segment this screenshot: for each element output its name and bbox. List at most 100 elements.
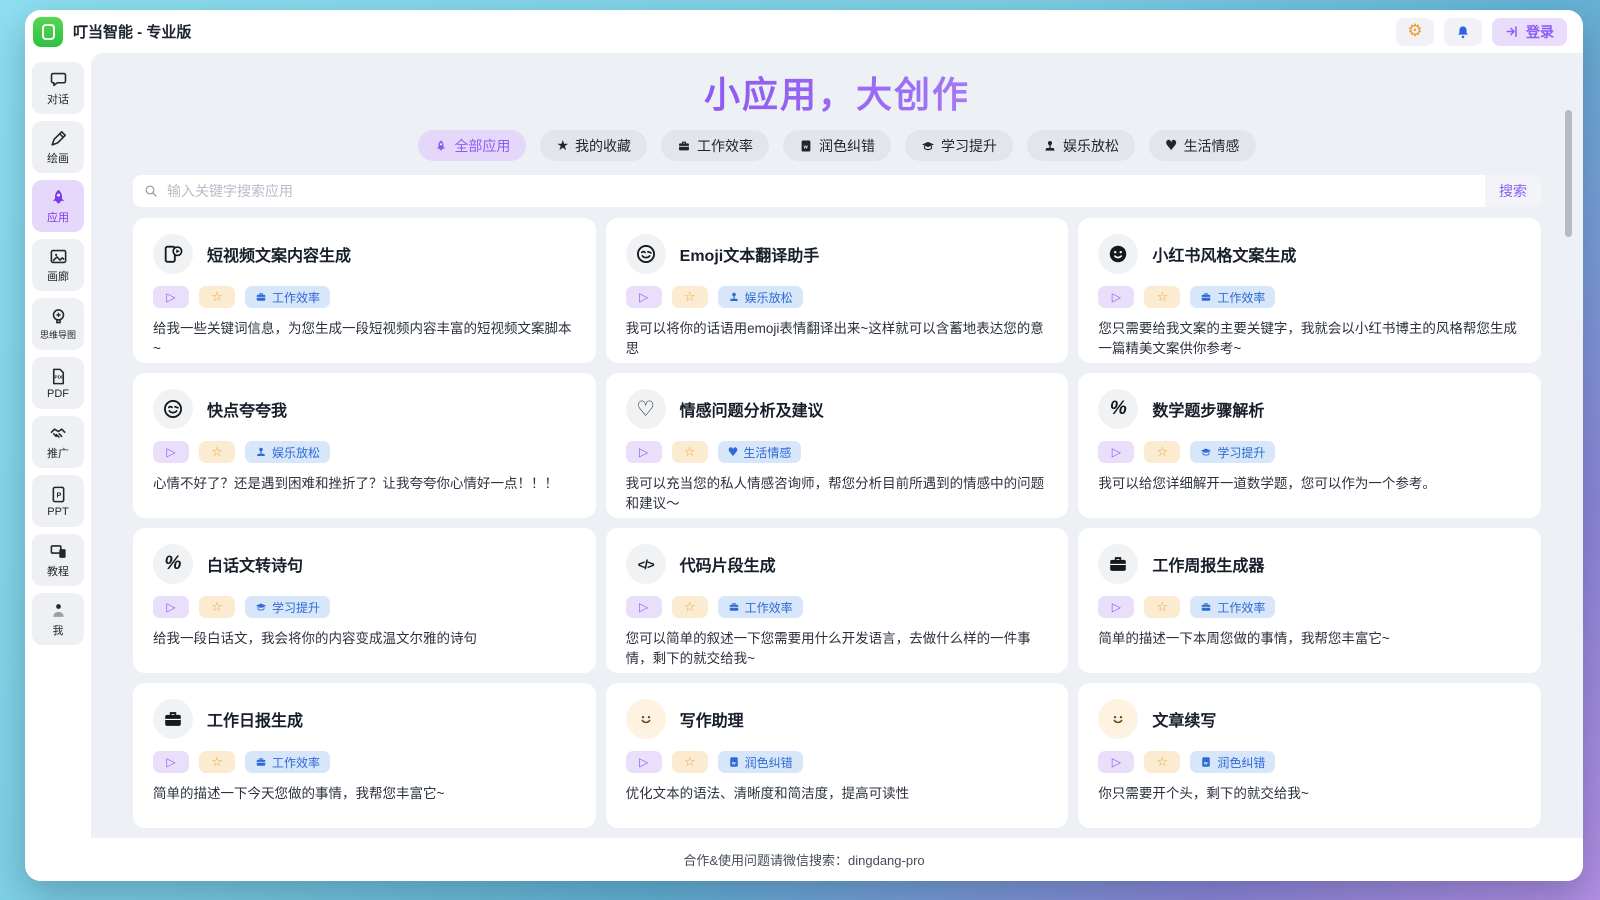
tab-polish-correct[interactable]: 润色纠错 <box>783 130 891 161</box>
wink-face-icon <box>626 234 666 274</box>
run-app-button[interactable]: ▷ <box>626 596 662 618</box>
star-icon: ★ <box>556 139 569 153</box>
run-app-button[interactable]: ▷ <box>153 441 189 463</box>
category-tag: 润色纠错 <box>718 751 803 773</box>
app-card[interactable]: 工作周报生成器 ▷☆工作效率 简单的描述一下本周您做的事情，我帮您丰富它~ <box>1078 528 1541 673</box>
sidebar-item-me[interactable]: 我 <box>32 593 84 645</box>
briefcase-icon <box>677 139 691 153</box>
tab-work-efficiency[interactable]: 工作效率 <box>661 130 769 161</box>
run-app-button[interactable]: ▷ <box>1098 441 1134 463</box>
handshake-icon <box>49 424 68 443</box>
sidebar-item-tutorial[interactable]: 教程 <box>32 534 84 586</box>
graduation-icon <box>255 601 267 613</box>
tab-life-emotion[interactable]: ♥生活情感 <box>1149 130 1256 161</box>
footer: 合作&使用问题请微信搜索：dingdang-pro <box>25 838 1583 881</box>
favorite-button[interactable]: ☆ <box>672 596 708 618</box>
search-input[interactable] <box>159 175 1485 207</box>
app-card[interactable]: 短视频文案内容生成 ▷☆工作效率 给我一些关键词信息，为您生成一段短视频内容丰富… <box>133 218 596 363</box>
star-icon: ☆ <box>211 601 223 614</box>
app-title: 工作日报生成 <box>207 707 303 731</box>
app-card[interactable]: 快点夸夸我 ▷☆娱乐放松 心情不好了？还是遇到困难和挫折了？让我夸夸你心情好一点… <box>133 373 596 518</box>
run-app-button[interactable]: ▷ <box>626 751 662 773</box>
briefcase-icon <box>1200 601 1212 613</box>
app-description: 您只需要给我文案的主要关键字，我就会以小红书博主的风格帮您生成一篇精美文案供你参… <box>1098 319 1521 358</box>
favorite-button[interactable]: ☆ <box>672 286 708 308</box>
run-app-button[interactable]: ▷ <box>153 286 189 308</box>
notifications-button[interactable] <box>1444 18 1482 46</box>
run-app-button[interactable]: ▷ <box>1098 596 1134 618</box>
favorite-button[interactable]: ☆ <box>672 441 708 463</box>
app-card[interactable]: 文章续写 ▷☆润色纠错 你只需要开个头，剩下的就交给我~ <box>1078 683 1541 828</box>
mindmap-icon <box>49 307 68 326</box>
briefcase-icon <box>255 756 267 768</box>
sidebar-item-paint[interactable]: 绘画 <box>32 121 84 173</box>
favorite-button[interactable]: ☆ <box>672 751 708 773</box>
app-card[interactable]: 小红书风格文案生成 ▷☆工作效率 您只需要给我文案的主要关键字，我就会以小红书博… <box>1078 218 1541 363</box>
app-title: 工作周报生成器 <box>1152 552 1264 576</box>
app-logo-icon <box>33 17 63 47</box>
favorite-button[interactable]: ☆ <box>1144 751 1180 773</box>
favorite-button[interactable]: ☆ <box>199 596 235 618</box>
sidebar-item-gallery[interactable]: 画廊 <box>32 239 84 291</box>
tab-all-apps[interactable]: 全部应用 <box>418 130 526 161</box>
star-icon: ☆ <box>1157 291 1169 304</box>
sidebar-item-promotion[interactable]: 推广 <box>32 416 84 468</box>
run-app-button[interactable]: ▷ <box>626 441 662 463</box>
star-icon: ☆ <box>1157 601 1169 614</box>
play-icon: ▷ <box>1112 756 1121 768</box>
app-card[interactable]: 写作助理 ▷☆润色纠错 优化文本的语法、清晰度和简洁度，提高可读性 <box>606 683 1069 828</box>
bell-icon <box>1455 24 1471 40</box>
sidebar-item-chat[interactable]: 对话 <box>32 62 84 114</box>
app-title: 情感问题分析及建议 <box>680 397 824 421</box>
sidebar-item-mindmap[interactable]: 思维导图 <box>32 298 84 350</box>
run-app-button[interactable]: ▷ <box>153 596 189 618</box>
favorite-button[interactable]: ☆ <box>199 441 235 463</box>
star-icon: ☆ <box>684 601 696 614</box>
star-icon: ☆ <box>684 446 696 459</box>
sidebar-item-pdf[interactable]: PDF <box>32 357 84 409</box>
favorite-button[interactable]: ☆ <box>199 751 235 773</box>
favorite-button[interactable]: ☆ <box>199 286 235 308</box>
category-tag: 娱乐放松 <box>245 441 330 463</box>
app-description: 简单的描述一下今天您做的事情，我帮您丰富它~ <box>153 784 576 804</box>
login-button[interactable]: 登录 <box>1492 18 1567 46</box>
app-card[interactable]: 工作日报生成 ▷ ☆ 工作效率 简单的描述一下今天您做的事情，我帮您丰富它~ <box>133 683 596 828</box>
app-description: 心情不好了？还是遇到困难和挫折了？让我夸夸你心情好一点！！！ <box>153 474 576 494</box>
app-card[interactable]: %白话文转诗句 ▷☆学习提升 给我一段白话文，我会将你的内容变成温文尔雅的诗句 <box>133 528 596 673</box>
play-icon: ▷ <box>1112 291 1121 303</box>
doc-icon <box>799 139 813 153</box>
run-app-button[interactable]: ▷ <box>1098 751 1134 773</box>
run-app-button[interactable]: ▷ <box>153 751 189 773</box>
play-icon: ▷ <box>639 601 648 613</box>
favorite-button[interactable]: ☆ <box>1144 286 1180 308</box>
play-icon: ▷ <box>639 756 648 768</box>
settings-button[interactable]: ⚙ <box>1396 18 1434 46</box>
run-app-button[interactable]: ▷ <box>1098 286 1134 308</box>
doc-icon <box>1200 756 1212 768</box>
play-icon: ▷ <box>1112 446 1121 458</box>
tab-favorites[interactable]: ★我的收藏 <box>540 130 647 161</box>
app-card[interactable]: %数学题步骤解析 ▷☆学习提升 我可以给您详细解开一道数学题，您可以作为一个参考… <box>1078 373 1541 518</box>
favorite-button[interactable]: ☆ <box>1144 596 1180 618</box>
app-card[interactable]: Emoji文本翻译助手 ▷☆娱乐放松 我可以将你的话语用emoji表情翻译出来~… <box>606 218 1069 363</box>
category-tag: 娱乐放松 <box>718 286 803 308</box>
percent-icon: % <box>153 544 193 584</box>
sidebar-item-ppt[interactable]: PPT <box>32 475 84 527</box>
favorite-button[interactable]: ☆ <box>1144 441 1180 463</box>
app-card[interactable]: ♡情感问题分析及建议 ▷☆♥生活情感 我可以充当您的私人情感咨询师，帮您分析目前… <box>606 373 1069 518</box>
app-card[interactable]: </>代码片段生成 ▷☆工作效率 您可以简单的叙述一下您需要用什么开发语言，去做… <box>606 528 1069 673</box>
tab-learning[interactable]: 学习提升 <box>905 130 1013 161</box>
search-button[interactable]: 搜索 <box>1485 175 1541 207</box>
vertical-scrollbar[interactable] <box>1565 110 1572 237</box>
sidebar-item-apps[interactable]: 应用 <box>32 180 84 232</box>
star-icon: ☆ <box>1157 446 1169 459</box>
tab-entertainment[interactable]: 娱乐放松 <box>1027 130 1135 161</box>
code-icon: </> <box>626 544 666 584</box>
chat-icon <box>49 70 68 89</box>
graduation-icon <box>1200 446 1212 458</box>
category-tag: 工作效率 <box>245 751 330 773</box>
run-app-button[interactable]: ▷ <box>626 286 662 308</box>
star-icon: ☆ <box>211 446 223 459</box>
main-content: 小应用，大创作 全部应用 ★我的收藏 工作效率 润色纠错 学习提升 娱乐放松 ♥… <box>91 53 1583 881</box>
rocket-icon <box>434 139 448 153</box>
